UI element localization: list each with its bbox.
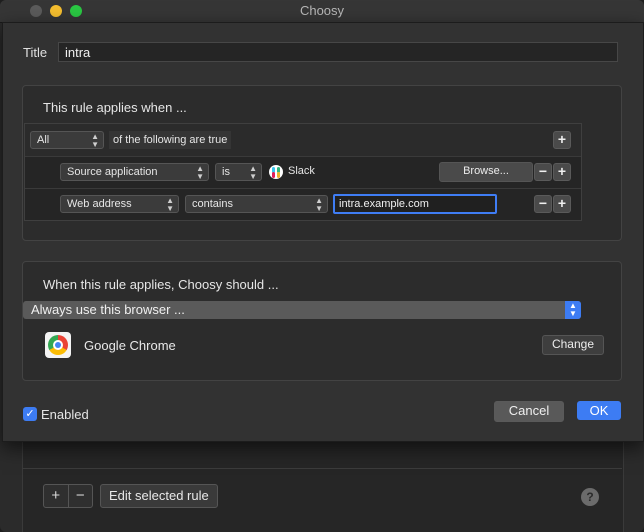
checkmark-icon: ✓ xyxy=(25,408,35,420)
chevron-up-down-icon: ▲ ▼ xyxy=(91,132,99,149)
condition-row: Source application ▲ ▼ is ▲ ▼ Slack Browse… xyxy=(25,156,581,189)
add-condition-button[interactable]: + xyxy=(553,195,571,213)
change-browser-button[interactable]: Change xyxy=(542,335,604,355)
help-icon[interactable]: ? xyxy=(581,488,599,506)
ok-button[interactable]: OK xyxy=(577,401,621,420)
edit-selected-rule-button[interactable]: Edit selected rule xyxy=(100,484,218,508)
close-window-icon[interactable] xyxy=(30,5,42,17)
chevron-up-down-icon: ▲ ▼ xyxy=(196,164,204,181)
slack-icon xyxy=(269,165,283,179)
rule-editor-sheet: Title This rule applies when ... All ▲▼ … xyxy=(2,22,644,442)
add-condition-button[interactable]: + xyxy=(553,131,571,149)
condition-row: Web address ▲▼ contains ▲▼ − + xyxy=(25,188,581,220)
chevron-up-down-icon: ▲ ▼ xyxy=(249,164,257,181)
condition-field-popup[interactable]: Web address ▲ ▼ xyxy=(60,195,179,213)
browse-button[interactable]: Browse... xyxy=(439,162,533,182)
title-bar: Choosy xyxy=(0,0,644,23)
action-heading: When this rule applies, Choosy should ..… xyxy=(43,277,279,292)
chevron-up-down-icon: ▲ ▼ xyxy=(565,301,581,319)
add-rule-button[interactable]: + xyxy=(44,485,68,507)
condition-operator-popup[interactable]: contains ▲ ▼ xyxy=(185,195,328,213)
window-title: Choosy xyxy=(299,3,345,18)
add-remove-rule-group: + − xyxy=(43,484,93,508)
condition-app-value: Slack xyxy=(288,165,315,177)
match-suffix-label: of the following are true xyxy=(109,131,232,149)
title-input[interactable] xyxy=(58,42,618,62)
chrome-icon xyxy=(45,332,71,358)
condition-header-row: All ▲ ▼ of the following are true + xyxy=(25,124,581,157)
minimize-window-icon[interactable] xyxy=(50,5,62,17)
enabled-label: Enabled xyxy=(41,407,89,422)
remove-condition-button[interactable]: − xyxy=(534,163,552,181)
title-label: Title xyxy=(23,45,48,60)
condition-field-popup[interactable]: Source application ▲ ▼ xyxy=(60,163,209,181)
zoom-window-icon[interactable] xyxy=(70,5,82,17)
divider xyxy=(22,468,622,469)
browser-name: Google Chrome xyxy=(84,338,176,353)
action-popup[interactable]: Always use this browser ... ▲ ▼ xyxy=(23,301,581,319)
choosy-window: Choosy + − Edit selected rule ? Title Th… xyxy=(0,0,644,532)
enabled-checkbox[interactable]: ✓ xyxy=(23,407,37,421)
remove-rule-button[interactable]: − xyxy=(67,485,93,507)
match-mode-popup[interactable]: All ▲ ▼ xyxy=(30,131,104,149)
remove-condition-button[interactable]: − xyxy=(534,195,552,213)
chevron-up-down-icon: ▲ ▼ xyxy=(166,196,174,213)
condition-operator-popup[interactable]: is ▲ ▼ xyxy=(215,163,262,181)
conditions-list: All ▲ ▼ of the following are true + Sourc… xyxy=(24,123,582,221)
conditions-heading: This rule applies when ... xyxy=(43,100,187,115)
chevron-up-down-icon: ▲ ▼ xyxy=(315,196,323,213)
cancel-button[interactable]: Cancel xyxy=(494,401,564,422)
add-condition-button[interactable]: + xyxy=(553,163,571,181)
condition-value-input[interactable] xyxy=(333,194,497,214)
